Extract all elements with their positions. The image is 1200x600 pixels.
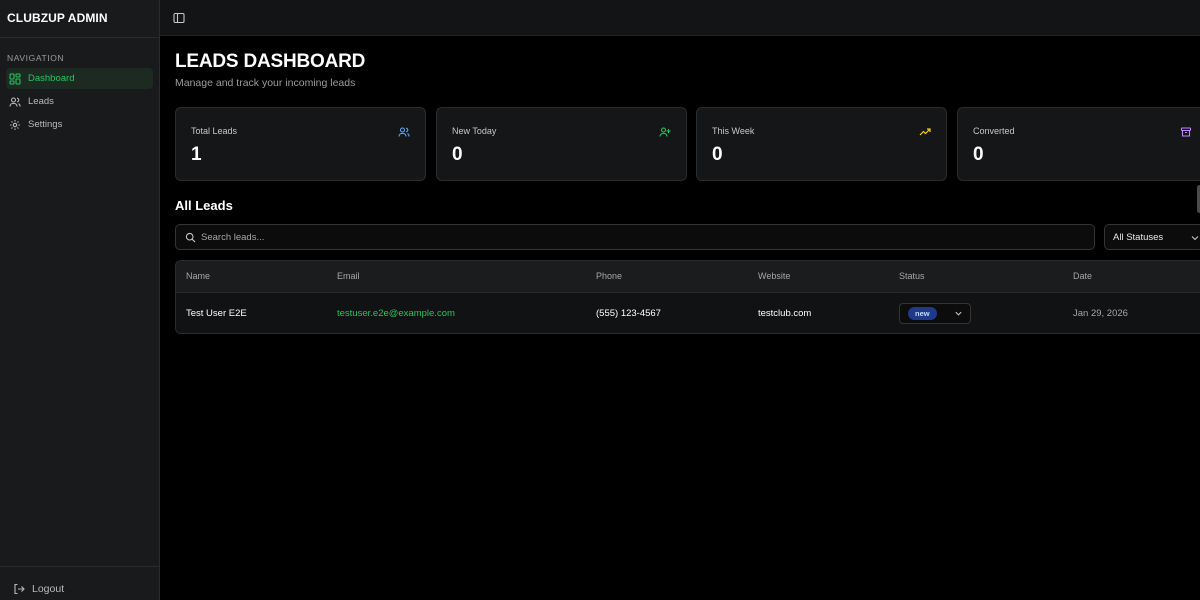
sidebar-item-leads[interactable]: Leads xyxy=(6,91,153,112)
sidebar-item-label: Dashboard xyxy=(28,73,75,84)
stat-label: Total Leads xyxy=(191,126,238,136)
sidebar-toggle-icon[interactable] xyxy=(172,11,186,25)
status-filter-value: All Statuses xyxy=(1113,232,1164,243)
logout-icon xyxy=(13,583,25,595)
logout-button[interactable]: Logout xyxy=(13,583,64,595)
lead-website: testclub.com xyxy=(758,308,812,319)
lead-phone: (555) 123-4567 xyxy=(596,308,661,319)
trending-up-icon xyxy=(919,126,931,138)
dashboard-icon xyxy=(9,72,21,85)
lead-date: Jan 29, 2026 xyxy=(1073,308,1128,319)
lead-email-link[interactable]: testuser.e2e@example.com xyxy=(337,308,455,319)
stat-label: Converted xyxy=(973,126,1015,136)
section-title: All Leads xyxy=(175,198,233,213)
stat-value: 0 xyxy=(712,144,723,165)
stat-card-new-today: New Today 0 xyxy=(436,107,687,181)
page-subtitle: Manage and track your incoming leads xyxy=(175,77,356,89)
stat-value: 0 xyxy=(452,144,463,165)
sidebar-item-label: Leads xyxy=(28,96,54,107)
lead-name: Test User E2E xyxy=(186,308,247,319)
search-input[interactable] xyxy=(201,225,1081,249)
app-root: CLUBZUP ADMIN NAVIGATION Dashboard Leads… xyxy=(0,0,1200,600)
table-row[interactable]: Test User E2E testuser.e2e@example.com (… xyxy=(176,292,1200,333)
user-plus-icon xyxy=(659,126,671,138)
column-header-email[interactable]: Email xyxy=(337,271,360,281)
page-title: LEADS DASHBOARD xyxy=(175,51,366,72)
lead-status-select[interactable]: new xyxy=(899,303,971,324)
app-title: CLUBZUP ADMIN xyxy=(0,0,159,38)
leads-table: Name Email Phone Website Status Date Tes… xyxy=(175,260,1200,334)
stat-value: 0 xyxy=(973,144,984,165)
sidebar-footer: Logout xyxy=(0,566,160,600)
column-header-status[interactable]: Status xyxy=(899,271,925,281)
column-header-website[interactable]: Website xyxy=(758,271,790,281)
logout-label: Logout xyxy=(32,583,65,595)
stat-card-total-leads: Total Leads 1 xyxy=(175,107,426,181)
sidebar-item-settings[interactable]: Settings xyxy=(6,114,153,135)
main-content: LEADS DASHBOARD Manage and track your in… xyxy=(160,36,1200,600)
status-badge: new xyxy=(908,307,937,320)
sidebar-item-label: Settings xyxy=(28,119,63,130)
nav-section-label: NAVIGATION xyxy=(7,53,65,63)
sidebar: CLUBZUP ADMIN NAVIGATION Dashboard Leads… xyxy=(0,0,160,600)
gear-icon xyxy=(9,119,21,131)
table-header: Name Email Phone Website Status Date xyxy=(176,261,1200,292)
stat-card-converted: Converted 0 xyxy=(957,107,1200,181)
column-header-phone[interactable]: Phone xyxy=(596,271,622,281)
stat-card-this-week: This Week 0 xyxy=(696,107,947,181)
users-icon xyxy=(398,126,410,138)
status-filter-select[interactable]: All Statuses xyxy=(1104,224,1200,250)
sidebar-item-dashboard[interactable]: Dashboard xyxy=(6,68,153,89)
search-icon xyxy=(185,232,196,243)
column-header-date[interactable]: Date xyxy=(1073,271,1092,281)
stat-label: This Week xyxy=(712,126,755,136)
search-box xyxy=(175,224,1095,250)
users-icon xyxy=(9,96,21,108)
nav-list: Dashboard Leads Settings xyxy=(0,68,159,135)
chevron-down-icon xyxy=(1190,233,1200,243)
column-header-name[interactable]: Name xyxy=(186,271,210,281)
archive-icon xyxy=(1180,126,1192,138)
chevron-down-icon xyxy=(954,309,963,318)
stat-value: 1 xyxy=(191,144,202,165)
stats-row: Total Leads 1 New Today 0 This Week 0 Co… xyxy=(175,107,1200,181)
topbar xyxy=(160,0,1200,36)
stat-label: New Today xyxy=(452,126,497,136)
